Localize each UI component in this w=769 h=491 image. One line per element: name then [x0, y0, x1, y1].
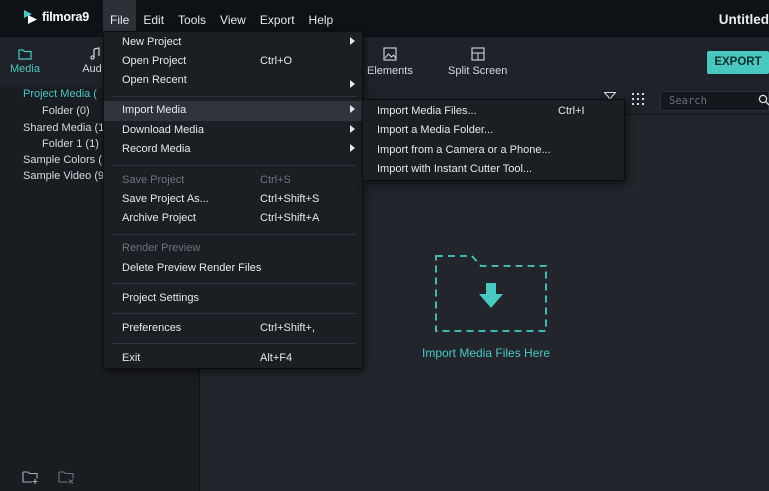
delete-folder-icon[interactable] — [58, 469, 76, 485]
menu-item-shortcut: Ctrl+Shift+A — [260, 212, 320, 224]
menu-item-delete-preview-render-files[interactable]: Delete Preview Render Files — [104, 259, 362, 279]
menu-item-archive-project[interactable]: Archive Project Ctrl+Shift+A — [104, 209, 362, 229]
menu-item-label: Import a Media Folder... — [377, 124, 494, 136]
submenu-arrow-icon — [350, 144, 355, 152]
split-screen-icon — [471, 47, 485, 61]
menu-item-project-settings[interactable]: Project Settings — [104, 289, 362, 309]
menu-item-import-media-files[interactable]: Import Media Files... Ctrl+I — [363, 102, 624, 122]
menu-item-download-media[interactable]: Download Media — [104, 121, 362, 141]
menu-item-preferences[interactable]: Preferences Ctrl+Shift+, — [104, 319, 362, 339]
tab-audio-label: Aud — [82, 63, 102, 75]
search-icon[interactable] — [758, 94, 769, 106]
tab-elements[interactable]: Elements — [367, 47, 413, 77]
download-arrow-icon — [479, 283, 503, 308]
menu-separator — [112, 343, 356, 344]
app-logo: filmora9 — [23, 9, 89, 25]
menu-item-label: Delete Preview Render Files — [122, 262, 262, 274]
new-folder-icon[interactable] — [22, 469, 40, 485]
menu-item-save-project-as[interactable]: Save Project As... Ctrl+Shift+S — [104, 190, 362, 210]
menu-separator — [112, 313, 356, 314]
grid-view-icon[interactable] — [632, 93, 644, 105]
menu-item-open-recent[interactable]: Open Recent — [104, 71, 362, 91]
menu-item-label: Save Project — [122, 174, 185, 186]
menu-item-import-media[interactable]: Import Media — [104, 101, 362, 121]
library-bottom-bar — [22, 469, 76, 485]
menu-separator — [112, 283, 356, 284]
menu-item-exit[interactable]: Exit Alt+F4 — [104, 349, 362, 369]
menu-item-open-project[interactable]: Open Project Ctrl+O — [104, 52, 362, 72]
search-input[interactable]: Search — [660, 91, 769, 111]
tree-item-sample-video[interactable]: Sample Video (9 — [23, 170, 104, 182]
menu-item-shortcut: Ctrl+S — [260, 174, 291, 186]
submenu-arrow-icon — [350, 37, 355, 45]
image-icon — [383, 47, 397, 61]
submenu-arrow-icon — [350, 125, 355, 133]
tree-item-sample-colors[interactable]: Sample Colors ( — [23, 154, 102, 166]
import-media-submenu: Import Media Files... Ctrl+I Import a Me… — [362, 99, 625, 181]
tab-elements-label: Elements — [367, 65, 413, 77]
filmora-logo-icon — [24, 10, 37, 24]
menu-item-label: Exit — [122, 352, 141, 364]
menu-item-label: Import with Instant Cutter Tool... — [377, 163, 533, 175]
menu-separator — [112, 96, 356, 97]
menu-item-label: Preferences — [122, 322, 182, 334]
menu-item-label: Render Preview — [122, 242, 201, 254]
menu-item-shortcut: Ctrl+Shift+S — [260, 193, 320, 205]
menu-item-label: Open Recent — [122, 74, 187, 86]
menu-item-shortcut: Ctrl+I — [558, 105, 585, 117]
submenu-arrow-icon — [350, 80, 355, 88]
menu-item-shortcut: Ctrl+Shift+, — [260, 322, 316, 334]
search-placeholder: Search — [669, 95, 707, 107]
import-dropzone[interactable] — [435, 250, 547, 332]
dropzone-label[interactable]: Import Media Files Here — [422, 346, 550, 360]
window-title: Untitled — [718, 12, 769, 27]
menu-item-import-instant-cutter[interactable]: Import with Instant Cutter Tool... — [363, 160, 624, 180]
menu-item-label: Import Media — [122, 104, 187, 116]
menu-item-label: Import Media Files... — [377, 105, 477, 117]
menu-item-label: New Project — [122, 36, 182, 48]
tree-item-folder-1[interactable]: Folder 1 (1) — [42, 138, 99, 150]
menu-item-label: Record Media — [122, 143, 191, 155]
menu-item-shortcut: Ctrl+O — [260, 55, 293, 67]
submenu-arrow-icon — [350, 105, 355, 113]
tab-split-screen[interactable]: Split Screen — [448, 47, 507, 77]
menu-item-import-media-folder[interactable]: Import a Media Folder... — [363, 121, 624, 141]
tab-media[interactable]: Media — [10, 45, 40, 75]
menu-separator — [112, 234, 356, 235]
menu-item-save-project: Save Project Ctrl+S — [104, 171, 362, 191]
menu-item-label: Archive Project — [122, 212, 196, 224]
tab-audio[interactable]: Aud — [80, 45, 104, 75]
music-note-icon — [90, 47, 100, 60]
menu-item-label: Download Media — [122, 124, 204, 136]
export-button[interactable]: EXPORT — [707, 51, 769, 74]
menu-item-render-preview: Render Preview — [104, 239, 362, 259]
menu-item-new-project[interactable]: New Project — [104, 33, 362, 53]
menu-item-label: Save Project As... — [122, 193, 209, 205]
app-logo-text: filmora9 — [42, 10, 90, 24]
menu-item-import-from-camera[interactable]: Import from a Camera or a Phone... — [363, 141, 624, 161]
tree-item-folder[interactable]: Folder (0) — [42, 105, 90, 117]
tab-split-screen-label: Split Screen — [448, 65, 508, 77]
tab-media-label: Media — [10, 63, 40, 75]
tree-item-shared-media[interactable]: Shared Media (1 — [23, 122, 104, 134]
menu-item-label: Import from a Camera or a Phone... — [377, 144, 551, 156]
folder-icon — [18, 49, 32, 60]
menu-item-label: Project Settings — [122, 292, 200, 304]
menu-separator — [112, 165, 356, 166]
file-menu-dropdown: New Project Open Project Ctrl+O Open Rec… — [103, 31, 363, 369]
tree-item-project-media[interactable]: Project Media ( — [23, 88, 97, 100]
menu-item-record-media[interactable]: Record Media — [104, 140, 362, 160]
menu-item-label: Open Project — [122, 55, 187, 67]
menu-item-shortcut: Alt+F4 — [260, 352, 293, 364]
